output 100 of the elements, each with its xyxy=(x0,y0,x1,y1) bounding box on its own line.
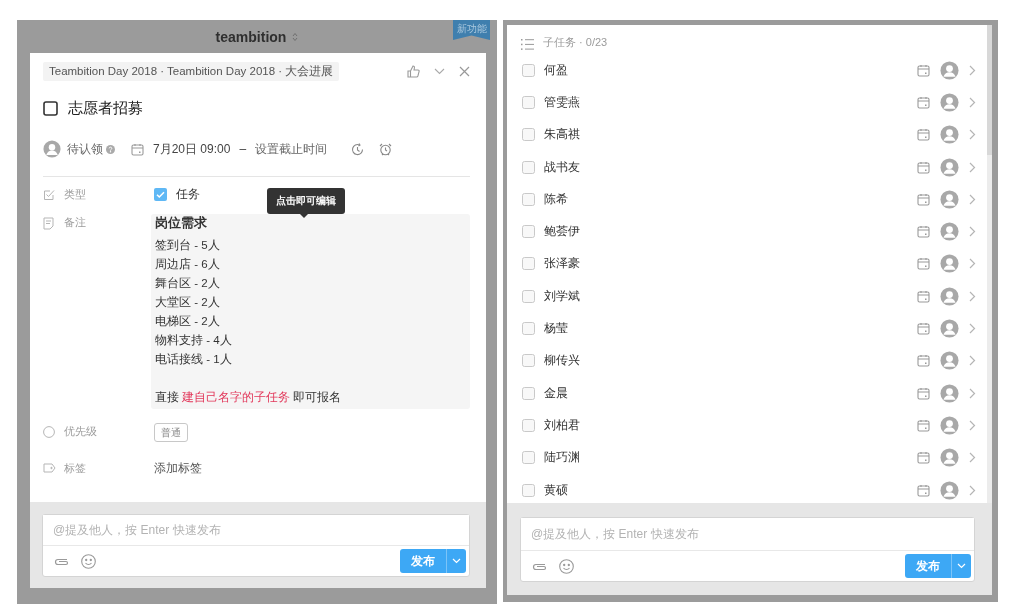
help-icon[interactable] xyxy=(106,144,115,154)
subtask-row[interactable]: 张泽豪 xyxy=(507,247,976,281)
subtask-link[interactable]: 建自己名字的子任务 xyxy=(182,391,291,403)
subtask-row[interactable]: 刘柏君 xyxy=(507,409,976,442)
emoji-icon[interactable] xyxy=(81,553,96,569)
task-checkbox[interactable] xyxy=(43,101,58,116)
avatar-icon[interactable] xyxy=(940,351,959,371)
calendar-icon[interactable] xyxy=(917,386,930,400)
subtask-row[interactable]: 战书友 xyxy=(507,150,976,184)
avatar-icon[interactable] xyxy=(940,415,959,435)
chevron-right-icon[interactable] xyxy=(969,161,976,173)
calendar-icon[interactable] xyxy=(917,160,930,174)
close-icon[interactable] xyxy=(459,65,470,77)
calendar-icon[interactable] xyxy=(917,192,930,206)
chevron-down-icon[interactable] xyxy=(434,67,445,75)
chevron-right-icon[interactable] xyxy=(969,226,976,238)
subtask-row[interactable]: 陆巧渊 xyxy=(507,441,976,474)
checkbox[interactable] xyxy=(522,225,535,239)
repeat-icon[interactable] xyxy=(351,142,365,156)
checkbox[interactable] xyxy=(522,63,535,77)
chevron-right-icon[interactable] xyxy=(969,419,976,431)
scrollbar-thumb[interactable] xyxy=(987,25,992,155)
calendar-icon[interactable] xyxy=(917,322,930,335)
chevron-right-icon[interactable] xyxy=(969,193,976,205)
avatar-icon[interactable] xyxy=(940,222,959,242)
comment-input[interactable]: @提及他人，按 Enter 快速发布 xyxy=(53,522,469,538)
calendar-icon[interactable] xyxy=(917,128,930,142)
thumbs-up-icon[interactable] xyxy=(407,64,420,78)
assignee-label[interactable]: 待认领 xyxy=(67,140,103,158)
comment-field[interactable]: @提及他人，按 Enter 快速发布 xyxy=(521,518,974,551)
subtask-row[interactable]: 金晨 xyxy=(507,376,976,410)
avatar-icon[interactable] xyxy=(940,480,959,500)
note-box[interactable]: 岗位需求 签到台 - 5人 周边店 - 6人 舞台区 - 2人 大堂区 - 2人 电梯区 - 2人 物料支持 - 4人 电话接线 - 1人 直接 建自己名字的子任务 即可报名 xyxy=(151,214,470,409)
calendar-icon[interactable] xyxy=(917,63,930,77)
subtask-row[interactable]: 刘学斌 xyxy=(507,280,976,313)
subtask-row[interactable]: 陈希 xyxy=(507,183,976,216)
avatar-icon[interactable] xyxy=(940,448,959,468)
checkbox[interactable] xyxy=(522,386,535,400)
avatar-icon[interactable] xyxy=(940,125,959,145)
chevron-right-icon[interactable] xyxy=(969,290,976,302)
avatar-icon[interactable] xyxy=(940,60,959,80)
chevron-right-icon[interactable] xyxy=(969,64,976,76)
avatar-icon[interactable] xyxy=(940,157,959,177)
checkbox[interactable] xyxy=(522,128,535,142)
checkbox[interactable] xyxy=(522,192,535,206)
subtask-row[interactable]: 何盈 xyxy=(507,54,976,87)
checkbox[interactable] xyxy=(522,483,535,497)
subtask-name: 金晨 xyxy=(544,384,568,402)
subtask-row[interactable]: 杨莹 xyxy=(507,312,976,345)
calendar-icon[interactable] xyxy=(917,257,930,271)
comment-input[interactable]: @提及他人，按 Enter 快速发布 xyxy=(531,526,974,542)
add-tag-link[interactable]: 添加标签 xyxy=(154,461,202,475)
calendar-icon[interactable] xyxy=(917,95,930,109)
priority-badge[interactable]: 普通 xyxy=(154,423,188,442)
checkbox[interactable] xyxy=(522,95,535,109)
breadcrumb[interactable]: Teambition Day 2018 · Teambition Day 2018 · 大会进展 xyxy=(43,61,340,81)
subtask-row[interactable]: 管雯燕 xyxy=(507,86,976,119)
chevron-right-icon[interactable] xyxy=(969,452,976,464)
alarm-clock-icon[interactable] xyxy=(379,142,393,156)
subtask-row[interactable]: 朱高祺 xyxy=(507,118,976,151)
checkbox[interactable] xyxy=(522,451,535,465)
checkbox[interactable] xyxy=(522,160,535,174)
chevron-right-icon[interactable] xyxy=(969,96,976,108)
checkbox[interactable] xyxy=(522,289,535,303)
avatar-icon[interactable] xyxy=(940,286,959,306)
calendar-icon[interactable] xyxy=(131,142,144,156)
avatar-icon[interactable] xyxy=(940,319,959,338)
subtask-row[interactable]: 柳传兴 xyxy=(507,344,976,377)
checkbox[interactable] xyxy=(154,187,167,201)
chevron-right-icon[interactable] xyxy=(969,355,976,367)
avatar-icon[interactable] xyxy=(940,189,959,209)
sort-icon[interactable] xyxy=(292,31,299,42)
calendar-icon[interactable] xyxy=(917,225,930,239)
chevron-right-icon[interactable] xyxy=(969,129,976,141)
calendar-icon[interactable] xyxy=(917,354,930,368)
subtask-row[interactable]: 黄硕 xyxy=(507,473,976,503)
start-date[interactable]: 7月20日 09:00 xyxy=(153,140,231,158)
checkbox[interactable] xyxy=(522,354,535,368)
avatar-icon[interactable] xyxy=(940,254,959,274)
task-title[interactable]: 志愿者招募 xyxy=(68,99,143,118)
comment-field[interactable]: @提及他人，按 Enter 快速发布 xyxy=(43,515,469,546)
subtask-row[interactable]: 鲍荟伊 xyxy=(507,215,976,248)
avatar-icon[interactable] xyxy=(43,140,61,158)
checkbox[interactable] xyxy=(522,418,535,432)
avatar-icon[interactable] xyxy=(940,383,959,403)
checkbox[interactable] xyxy=(522,322,535,335)
calendar-icon[interactable] xyxy=(917,289,930,303)
chevron-right-icon[interactable] xyxy=(969,387,976,399)
calendar-icon[interactable] xyxy=(917,451,930,465)
avatar-icon[interactable] xyxy=(940,92,959,112)
chevron-right-icon[interactable] xyxy=(969,484,976,496)
calendar-icon[interactable] xyxy=(917,418,930,432)
emoji-icon[interactable] xyxy=(559,558,574,574)
app-logo[interactable]: teambition xyxy=(215,28,287,45)
due-date[interactable]: 设置截止时间 xyxy=(255,140,328,158)
note-line: 电梯区 - 2人 xyxy=(155,314,221,329)
chevron-right-icon[interactable] xyxy=(969,258,976,270)
calendar-icon[interactable] xyxy=(917,483,930,497)
checkbox[interactable] xyxy=(522,257,535,271)
chevron-right-icon[interactable] xyxy=(969,323,976,334)
